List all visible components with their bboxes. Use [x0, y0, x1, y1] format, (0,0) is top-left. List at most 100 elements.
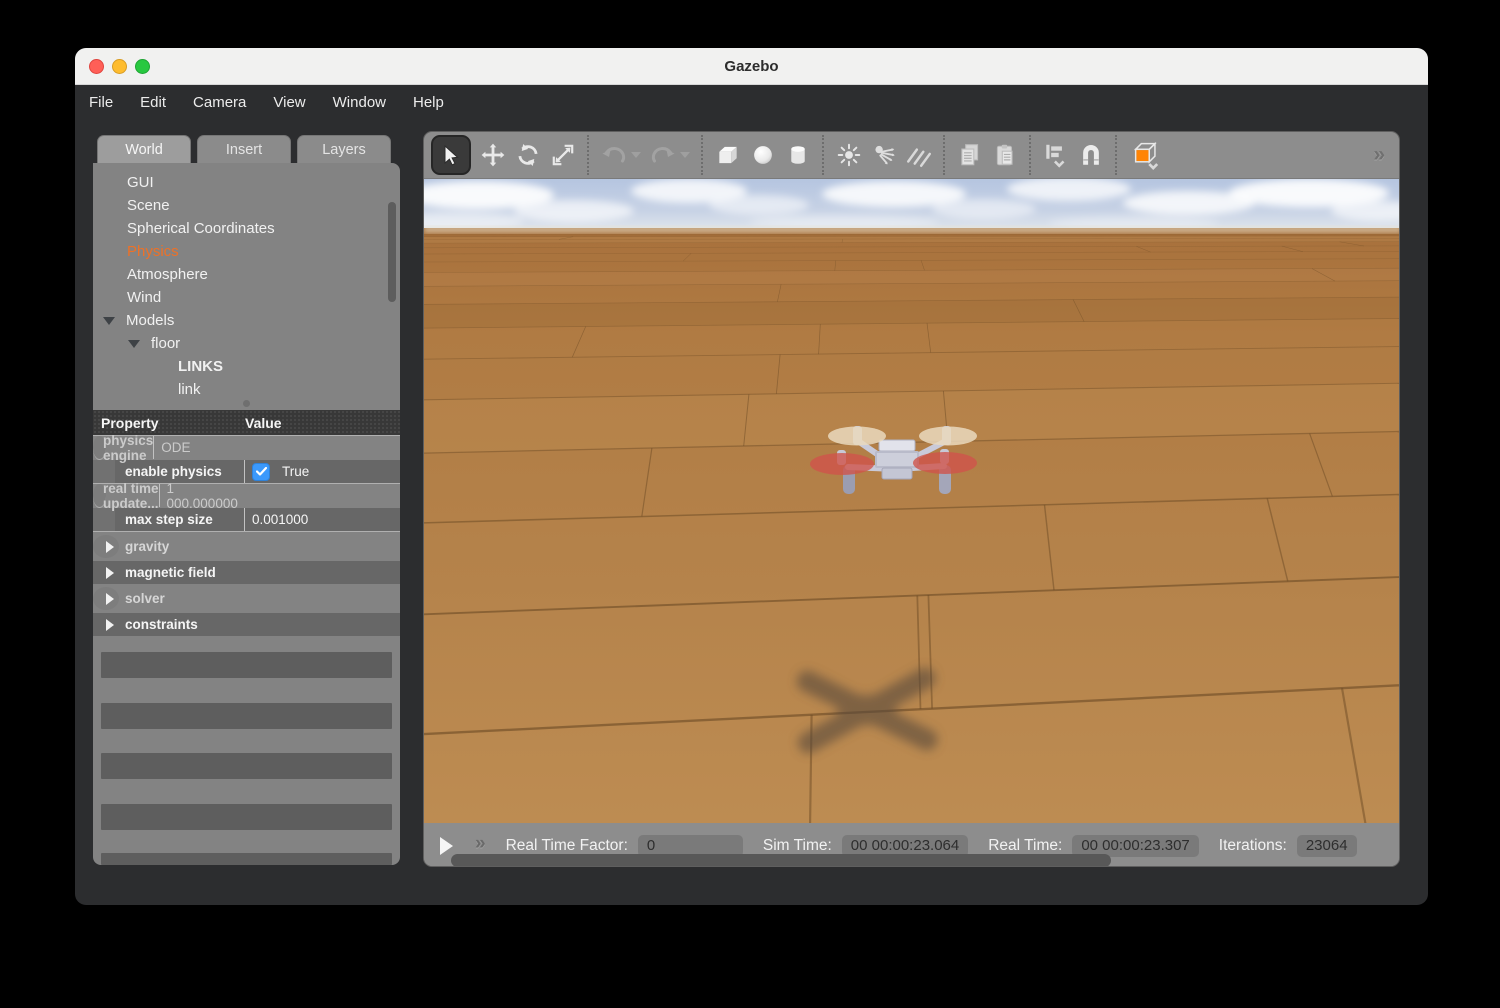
- panel-tabs: World Insert Layers: [93, 135, 400, 163]
- tree-item-atmosphere[interactable]: Atmosphere: [93, 263, 386, 286]
- menu-file[interactable]: File: [89, 94, 127, 111]
- toolbar-separator: [701, 135, 703, 175]
- toolbar-separator: [1029, 135, 1031, 175]
- window-title: Gazebo: [75, 58, 1428, 75]
- copy-button[interactable]: [952, 137, 987, 173]
- tab-world[interactable]: World: [97, 135, 191, 163]
- cylinder-shape-icon: [785, 142, 811, 168]
- redo-button[interactable]: [645, 137, 680, 173]
- undo-history-dropdown[interactable]: [631, 152, 641, 158]
- paste-icon: [992, 142, 1018, 168]
- point-light-button[interactable]: [831, 137, 866, 173]
- property-row-physics-engine[interactable]: physics engine ODE: [93, 436, 106, 460]
- snap-button[interactable]: [1073, 137, 1108, 173]
- scale-arrows-icon: [550, 142, 576, 168]
- expand-arrow-icon[interactable]: [106, 619, 114, 631]
- property-row-max-step-size[interactable]: max step size 0.001000: [93, 508, 400, 532]
- magnet-icon: [1077, 141, 1105, 169]
- insert-cylinder-button[interactable]: [780, 137, 815, 173]
- sim-time-label: Sim Time:: [763, 837, 832, 855]
- rotate-tool-button[interactable]: [510, 137, 545, 173]
- directional-light-button[interactable]: [901, 137, 936, 173]
- redo-history-dropdown[interactable]: [680, 152, 690, 158]
- enable-physics-checkbox[interactable]: [252, 463, 270, 481]
- box-shape-icon: [715, 142, 741, 168]
- horizon-haze: [424, 226, 1400, 233]
- undo-button[interactable]: [596, 137, 631, 173]
- menu-view[interactable]: View: [273, 94, 319, 111]
- collapse-arrow-icon[interactable]: [103, 317, 115, 325]
- real-time-label: Real Time:: [988, 837, 1062, 855]
- property-group-constraints[interactable]: constraints: [93, 613, 400, 636]
- property-group-solver[interactable]: solver: [93, 587, 119, 610]
- spot-light-button[interactable]: [866, 137, 901, 173]
- insert-sphere-button[interactable]: [745, 137, 780, 173]
- menubar: File Edit Camera View Window Help: [75, 85, 1428, 119]
- real-time-factor-label: Real Time Factor:: [506, 837, 628, 855]
- tree-item-scene[interactable]: Scene: [93, 194, 386, 217]
- tab-layers[interactable]: Layers: [297, 135, 391, 163]
- redo-arrow-icon: [649, 143, 677, 167]
- toolbar-separator: [822, 135, 824, 175]
- tree-item-links[interactable]: LINKS: [93, 355, 386, 378]
- iterations-label: Iterations:: [1219, 837, 1287, 855]
- tree-item-physics[interactable]: Physics: [93, 240, 386, 263]
- point-light-icon: [836, 142, 862, 168]
- align-button[interactable]: [1038, 137, 1073, 173]
- statusbar-scrollbar[interactable]: [451, 854, 1111, 867]
- expand-arrow-icon[interactable]: [106, 593, 114, 605]
- scale-tool-button[interactable]: [545, 137, 580, 173]
- play-button[interactable]: [440, 837, 453, 855]
- view-cube-icon: [1130, 139, 1164, 171]
- toolbar-separator: [587, 135, 589, 175]
- expand-arrow-icon[interactable]: [106, 567, 114, 579]
- tree-item-models[interactable]: Models: [93, 309, 386, 332]
- collapse-arrow-icon[interactable]: [128, 340, 140, 348]
- insert-box-button[interactable]: [710, 137, 745, 173]
- toolbar-overflow-button[interactable]: »: [1373, 143, 1385, 167]
- view-angle-button[interactable]: [1124, 137, 1170, 173]
- panel-splitter-handle[interactable]: [243, 400, 250, 407]
- rotate-arrows-icon: [515, 142, 541, 168]
- tree-item-floor[interactable]: floor: [93, 332, 386, 355]
- paste-button[interactable]: [987, 137, 1022, 173]
- property-table-header: Property Value: [93, 410, 400, 435]
- property-table: Property Value physics engine ODE enable…: [93, 410, 400, 636]
- tree-scrollbar[interactable]: [388, 202, 396, 302]
- move-arrows-icon: [480, 142, 506, 168]
- empty-row-stripe: [101, 753, 392, 779]
- scene-3d: [424, 179, 1400, 823]
- titlebar: Gazebo: [75, 48, 1428, 85]
- select-tool-button[interactable]: [431, 135, 471, 175]
- screenshot-stage: Gazebo File Edit Camera View Window Help…: [0, 0, 1500, 1008]
- menu-help[interactable]: Help: [413, 94, 458, 111]
- menu-edit[interactable]: Edit: [140, 94, 180, 111]
- tree-item-spherical-coordinates[interactable]: Spherical Coordinates: [93, 217, 386, 240]
- expand-arrow-icon[interactable]: [106, 541, 114, 553]
- expand-time-panel-button[interactable]: »: [475, 833, 486, 855]
- property-group-magnetic-field[interactable]: magnetic field: [93, 561, 400, 584]
- iterations-value[interactable]: 23064: [1297, 835, 1357, 857]
- tree-item-link[interactable]: link: [93, 378, 386, 401]
- undo-arrow-icon: [600, 143, 628, 167]
- empty-row-stripe: [101, 804, 392, 830]
- menu-camera[interactable]: Camera: [193, 94, 260, 111]
- tree-item-wind[interactable]: Wind: [93, 286, 386, 309]
- align-icon: [1042, 141, 1070, 169]
- left-panel: World Insert Layers GUI Scene Spherical …: [93, 135, 400, 865]
- property-row-real-time-update[interactable]: real time update... 1 000.000000: [93, 484, 106, 508]
- property-group-gravity[interactable]: gravity: [93, 535, 119, 558]
- menu-window[interactable]: Window: [333, 94, 400, 111]
- viewport-toolbar: »: [424, 132, 1399, 179]
- tab-insert[interactable]: Insert: [197, 135, 291, 163]
- empty-row-stripe: [101, 652, 392, 678]
- empty-row-stripe: [101, 853, 392, 865]
- checkmark-icon: [256, 467, 267, 476]
- cursor-arrow-icon: [440, 144, 462, 166]
- tree-item-gui[interactable]: GUI: [93, 171, 386, 194]
- toolbar-separator: [1115, 135, 1117, 175]
- viewport-3d[interactable]: [424, 179, 1400, 823]
- toolbar-separator: [943, 135, 945, 175]
- empty-row-stripe: [101, 703, 392, 729]
- translate-tool-button[interactable]: [475, 137, 510, 173]
